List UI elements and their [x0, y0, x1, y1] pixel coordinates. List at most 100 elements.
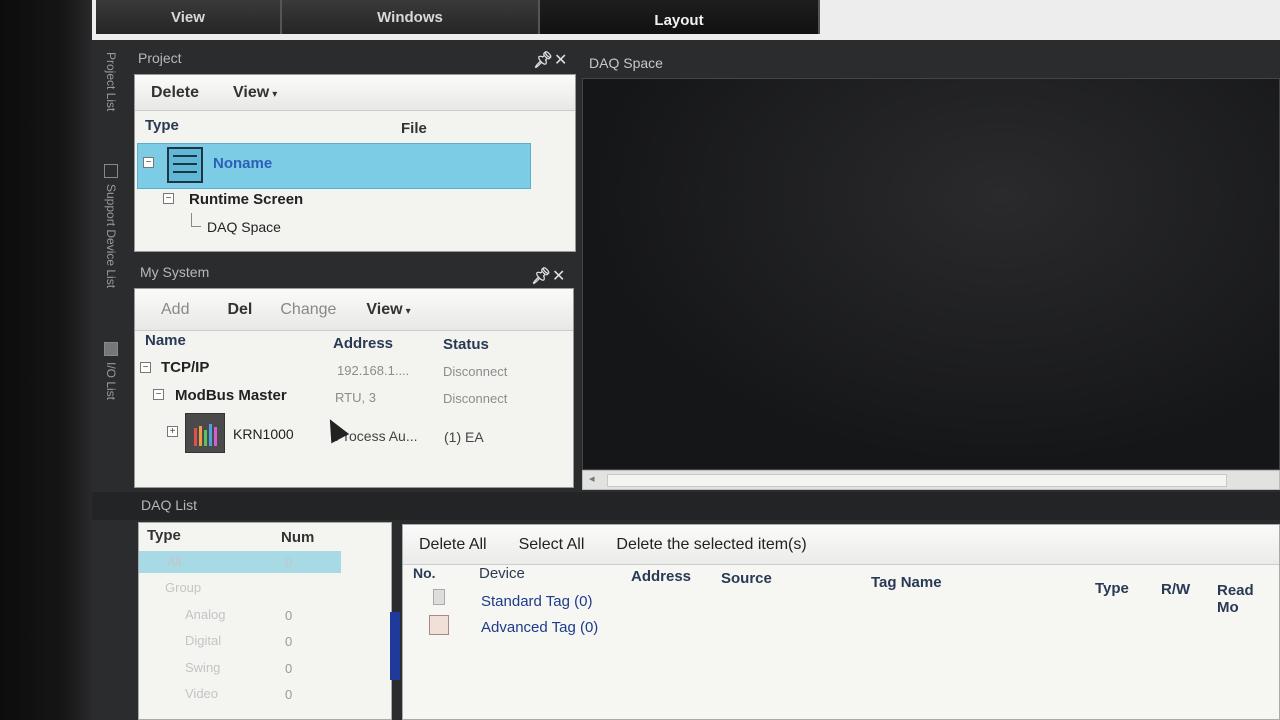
type-video-num: 0: [285, 687, 293, 702]
daq-type-panel: Type Num All 0 Group Analog 0 Digital 0 …: [138, 522, 392, 720]
side-tab-strip: Project List Support Device List I/O Lis…: [98, 44, 134, 464]
type-all-num: 0: [285, 555, 293, 570]
tree-item-runtime-screen[interactable]: Runtime Screen: [189, 191, 303, 208]
type-digital-label[interactable]: Digital: [185, 633, 221, 648]
io-list-label: I/O List: [104, 362, 118, 401]
caret-down-icon: ▾: [405, 305, 411, 317]
monitor-bezel: [0, 0, 92, 720]
support-device-list-label: Support Device List: [104, 184, 118, 289]
menu-tab-windows[interactable]: Windows: [282, 0, 540, 34]
project-panel: Delete View ▾ Type File − Noname − Runtim…: [134, 74, 576, 252]
tcpip-status: Disconnect: [443, 364, 508, 379]
scroll-left-icon[interactable]: ◂: [589, 472, 595, 485]
collapse-icon[interactable]: −: [163, 193, 174, 204]
delete-button[interactable]: Delete: [135, 84, 215, 102]
menu-tab-layout[interactable]: Layout: [540, 0, 820, 34]
collapse-icon[interactable]: −: [143, 157, 154, 168]
panel-splitter[interactable]: [390, 612, 400, 680]
device-list-icon: [104, 164, 118, 178]
type-analog-num: 0: [285, 608, 293, 623]
column-header-type[interactable]: Type: [1095, 580, 1129, 597]
column-header-source[interactable]: Source: [721, 570, 772, 587]
menu-tab-label: Windows: [377, 8, 443, 26]
view-dropdown[interactable]: View ▾: [352, 301, 426, 319]
standard-tag-icon: [433, 589, 445, 605]
scrollbar-thumb[interactable]: [607, 474, 1227, 487]
expand-icon[interactable]: +: [167, 426, 178, 437]
my-system-panel: Add Del Change View ▾ Name Address Status…: [134, 288, 574, 488]
caret-down-icon: ▾: [272, 88, 278, 100]
column-header-tag-name[interactable]: Tag Name: [871, 574, 942, 591]
add-button[interactable]: Add: [135, 301, 205, 319]
menu-tab-label: View: [171, 8, 205, 26]
collapse-icon[interactable]: −: [153, 389, 164, 400]
tag-item-standard[interactable]: Standard Tag (0): [481, 593, 592, 610]
io-list-icon: [104, 342, 118, 356]
side-tab-project-list[interactable]: Project List: [104, 52, 118, 111]
change-button[interactable]: Change: [268, 301, 352, 319]
pin-icon[interactable]: 📌︎: [531, 266, 551, 286]
tree-connector: [191, 213, 201, 227]
advanced-tag-icon: [429, 615, 449, 635]
side-tab-io-list[interactable]: I/O List: [104, 342, 118, 400]
daq-list-header: [92, 492, 1280, 520]
type-group-label[interactable]: Group: [165, 580, 201, 595]
column-header-status[interactable]: Status: [443, 336, 489, 353]
tree-item-tcpip[interactable]: TCP/IP: [161, 359, 209, 376]
type-digital-num: 0: [285, 634, 293, 649]
view-dropdown-label: View: [366, 300, 403, 318]
project-list-label: Project List: [104, 52, 118, 112]
tcpip-address: 192.168.1....: [337, 363, 410, 378]
tree-item-noname[interactable]: Noname: [213, 155, 272, 172]
column-header-no[interactable]: No.: [413, 565, 436, 581]
collapse-icon[interactable]: −: [140, 362, 151, 373]
daq-space-title: DAQ Space: [589, 55, 663, 71]
menu-tab-label: Layout: [654, 11, 704, 29]
daq-tag-panel: Delete All Select All Delete the selecte…: [402, 524, 1280, 720]
column-header-type[interactable]: Type: [145, 117, 179, 134]
my-system-panel-title: My System: [140, 264, 210, 280]
tag-item-advanced[interactable]: Advanced Tag (0): [481, 619, 598, 636]
krn1000-device-icon: [185, 413, 225, 453]
select-all-button[interactable]: Select All: [503, 536, 601, 554]
column-header-type[interactable]: Type: [147, 527, 181, 544]
column-header-device[interactable]: Device: [479, 565, 525, 582]
column-header-file[interactable]: File: [401, 120, 427, 137]
my-system-toolbar: Add Del Change View ▾: [135, 289, 573, 331]
type-swing-label[interactable]: Swing: [185, 660, 220, 675]
type-swing-num: 0: [285, 661, 293, 676]
daq-list-title: DAQ List: [141, 497, 198, 513]
menu-tab-view[interactable]: View: [96, 0, 282, 34]
delete-selected-button[interactable]: Delete the selected item(s): [600, 536, 822, 554]
view-dropdown[interactable]: View ▾: [215, 84, 293, 102]
close-icon[interactable]: ✕: [552, 266, 565, 286]
column-header-address[interactable]: Address: [333, 335, 393, 352]
view-dropdown-label: View: [233, 83, 270, 101]
tree-item-daq-space[interactable]: DAQ Space: [207, 219, 281, 235]
modbus-status: Disconnect: [443, 391, 508, 406]
column-header-name[interactable]: Name: [145, 332, 186, 349]
menu-bar: View Windows Layout: [96, 0, 820, 34]
horizontal-scrollbar[interactable]: ◂: [582, 470, 1280, 490]
close-icon[interactable]: ✕: [554, 50, 567, 70]
daq-space-canvas[interactable]: [582, 78, 1280, 470]
type-analog-label[interactable]: Analog: [185, 607, 225, 622]
column-header-num[interactable]: Num: [281, 529, 314, 546]
tree-item-krn1000[interactable]: KRN1000: [233, 426, 294, 442]
column-header-read-mode[interactable]: Read Mo: [1217, 582, 1279, 616]
type-video-label[interactable]: Video: [185, 686, 218, 701]
tree-item-modbus-master[interactable]: ModBus Master: [175, 387, 287, 404]
project-panel-title: Project: [138, 50, 182, 66]
column-header-address[interactable]: Address: [631, 568, 691, 585]
modbus-address: RTU, 3: [335, 390, 376, 405]
daq-list-toolbar: Delete All Select All Delete the selecte…: [403, 525, 1279, 565]
project-icon: [167, 147, 203, 183]
type-all-label: All: [167, 554, 182, 569]
pin-icon[interactable]: 📌︎: [533, 50, 553, 70]
krn1000-status: (1) EA: [444, 429, 484, 445]
project-toolbar: Delete View ▾: [135, 75, 575, 111]
del-button[interactable]: Del: [205, 301, 268, 319]
delete-all-button[interactable]: Delete All: [403, 536, 503, 554]
column-header-rw[interactable]: R/W: [1161, 581, 1190, 598]
side-tab-support-device-list[interactable]: Support Device List: [104, 164, 118, 288]
